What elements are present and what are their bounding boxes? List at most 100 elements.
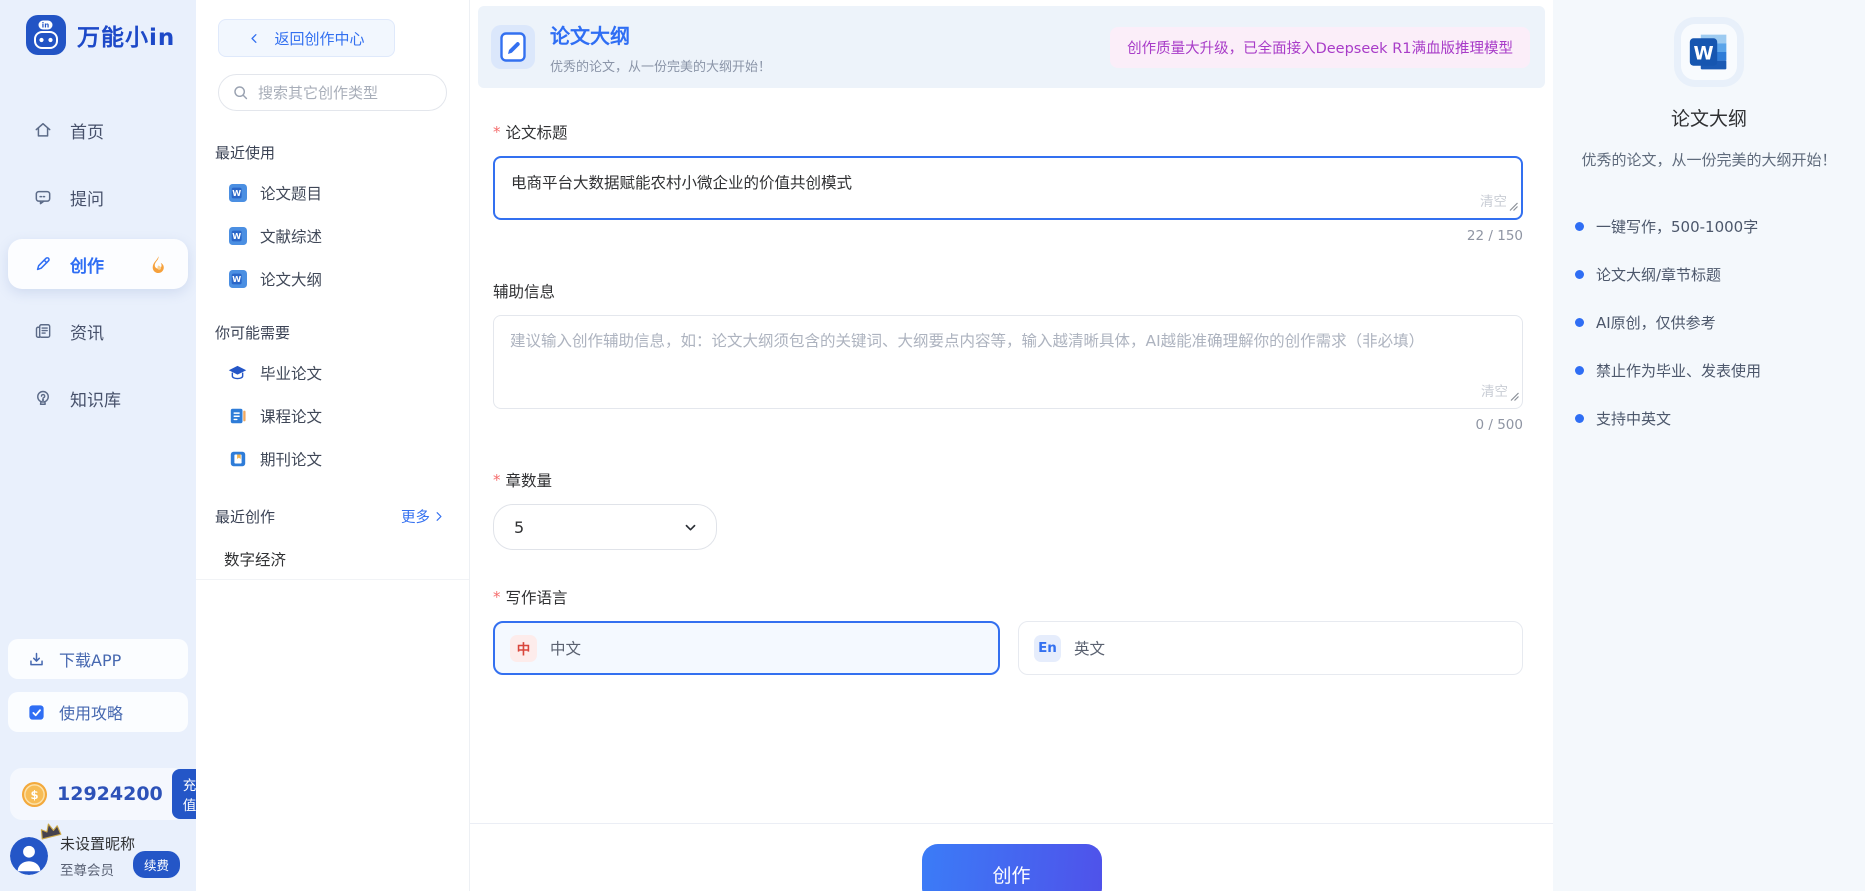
balance-card: $ 12924200 充值 [10, 768, 186, 820]
aux-field: 清空 [493, 315, 1523, 409]
download-app-label: 下载APP [59, 647, 121, 671]
recent-created-item[interactable]: 数字经济 [196, 539, 469, 580]
nav-label: 资讯 [70, 319, 104, 344]
required-marker: * [493, 588, 501, 606]
required-marker: * [493, 123, 501, 141]
more-link[interactable]: 更多 [401, 506, 445, 527]
language-option-chinese[interactable]: 中 中文 [493, 621, 1000, 675]
title-clear-button[interactable]: 清空 [1480, 190, 1507, 210]
title-textarea[interactable]: 电商平台大数据赋能农村小微企业的价值共创模式 [495, 158, 1521, 218]
sidebar-item-ask[interactable]: 提问 [8, 172, 188, 222]
title-char-counter: 22 / 150 [493, 228, 1523, 244]
user-row[interactable]: 未设置昵称 至尊会员 续费 [10, 833, 186, 879]
form-footer: 创作 [470, 823, 1553, 891]
back-label: 返回创作中心 [274, 28, 364, 49]
aux-clear-button[interactable]: 清空 [1481, 380, 1508, 400]
catalog-item-label: 论文题目 [260, 182, 322, 204]
catalog-item-label: 课程论文 [260, 405, 322, 427]
catalog-item-label: 期刊论文 [260, 448, 322, 470]
more-label: 更多 [401, 506, 430, 527]
chinese-badge: 中 [510, 635, 537, 662]
course-book-icon [228, 407, 247, 425]
required-marker: * [493, 471, 501, 489]
chat-icon [33, 187, 53, 207]
knowledge-icon [33, 388, 53, 408]
membership-level: 至尊会员 [60, 859, 135, 879]
main-nav: 首页 提问 创作 资讯 知识库 [0, 88, 196, 423]
renew-button[interactable]: 续费 [133, 851, 180, 878]
sidebar-item-home[interactable]: 首页 [8, 105, 188, 155]
sidebar-bottom: 下载APP 使用攻略 $ 12924200 充值 未设置昵称 至尊会员 [0, 626, 196, 891]
word-doc-icon: W [228, 184, 247, 202]
home-icon [33, 120, 53, 140]
catalog-item-label: 论文大纲 [260, 268, 322, 290]
search-input[interactable] [258, 84, 452, 102]
page-title: 论文大纲 [550, 20, 771, 49]
svg-text:W: W [1693, 43, 1713, 64]
info-panel: W 论文大纲 优秀的论文，从一份完美的大纲开始！ 一键写作，500-1000字 … [1553, 0, 1865, 891]
app-logo: in 万能小in [0, 0, 196, 55]
bullet-dot-icon [1575, 366, 1584, 375]
english-badge: En [1034, 635, 1061, 662]
section-title-recent-used: 最近使用 [215, 142, 469, 163]
svg-text:$: $ [30, 787, 38, 801]
catalog-item-label: 毕业论文 [260, 362, 322, 384]
bullet-dot-icon [1575, 414, 1584, 423]
language-label: 中文 [550, 637, 581, 659]
catalog-item-label: 文献综述 [260, 225, 322, 247]
user-info: 未设置昵称 至尊会员 [60, 833, 135, 879]
download-app-button[interactable]: 下载APP [8, 639, 188, 679]
main-content: 论文大纲 优秀的论文，从一份完美的大纲开始！ 创作质量大升级，已全面接入Deep… [470, 0, 1553, 891]
sidebar-item-create[interactable]: 创作 [8, 239, 188, 289]
app-name: 万能小in [77, 18, 175, 52]
maybe-need-list: 毕业论文 课程论文 期刊论文 [196, 351, 469, 480]
chevron-left-icon [248, 32, 261, 45]
guide-button[interactable]: 使用攻略 [8, 692, 188, 732]
search-box[interactable] [218, 74, 447, 111]
nav-label: 首页 [70, 118, 104, 143]
chevron-right-icon [432, 510, 445, 523]
chevron-down-icon [683, 520, 698, 535]
catalog-item-journal-paper[interactable]: 期刊论文 [196, 437, 469, 480]
language-label: 英文 [1074, 637, 1105, 659]
chapters-field-label: * 章数量 [493, 469, 1523, 491]
title-field: 电商平台大数据赋能农村小微企业的价值共创模式 清空 [493, 156, 1523, 220]
word-doc-icon: W [228, 227, 247, 245]
back-to-center-button[interactable]: 返回创作中心 [218, 19, 395, 57]
svg-text:W: W [232, 274, 241, 284]
catalog-item-course-paper[interactable]: 课程论文 [196, 394, 469, 437]
catalog-item-paper-title[interactable]: W 论文题目 [196, 171, 469, 214]
panel-subtitle: 优秀的论文，从一份完美的大纲开始！ [1581, 149, 1836, 170]
page-header: 论文大纲 优秀的论文，从一份完美的大纲开始！ 创作质量大升级，已全面接入Deep… [478, 6, 1545, 88]
language-option-english[interactable]: En 英文 [1018, 621, 1523, 675]
nickname: 未设置昵称 [60, 833, 135, 854]
catalog-item-literature-review[interactable]: W 文献综述 [196, 214, 469, 257]
sidebar-item-news[interactable]: 资讯 [8, 306, 188, 356]
resize-handle-icon[interactable] [1508, 196, 1518, 215]
news-icon [33, 321, 53, 341]
create-button[interactable]: 创作 [922, 844, 1102, 891]
robot-logo-icon: in [26, 15, 66, 55]
recent-created-header: 最近创作 更多 [215, 506, 445, 527]
bullet-dot-icon [1575, 318, 1584, 327]
panel-title: 论文大纲 [1671, 104, 1747, 131]
page-header-text: 论文大纲 优秀的论文，从一份完美的大纲开始！ [550, 20, 771, 75]
chapters-select[interactable]: 5 [493, 504, 717, 550]
upgrade-banner: 创作质量大升级，已全面接入Deepseek R1满血版推理模型 [1110, 27, 1530, 68]
sidebar-item-knowledge[interactable]: 知识库 [8, 373, 188, 423]
catalog-sidebar: 返回创作中心 最近使用 W 论文题目 W 文献综述 W 论文大纲 你可能需要 [196, 0, 470, 891]
page-subtitle: 优秀的论文，从一份完美的大纲开始！ [550, 56, 771, 75]
aux-char-counter: 0 / 500 [493, 417, 1523, 433]
aux-textarea[interactable] [494, 316, 1522, 408]
svg-text:W: W [232, 231, 241, 241]
resize-handle-icon[interactable] [1509, 386, 1519, 405]
doc-pen-icon [491, 25, 535, 69]
word-logo-icon: W [1681, 24, 1737, 80]
recent-used-list: W 论文题目 W 文献综述 W 论文大纲 [196, 171, 469, 300]
nav-label: 提问 [70, 185, 104, 210]
search-icon [232, 84, 249, 101]
catalog-item-paper-outline[interactable]: W 论文大纲 [196, 257, 469, 300]
catalog-item-graduation-thesis[interactable]: 毕业论文 [196, 351, 469, 394]
journal-icon [228, 450, 247, 468]
feature-item: 支持中英文 [1575, 408, 1865, 429]
